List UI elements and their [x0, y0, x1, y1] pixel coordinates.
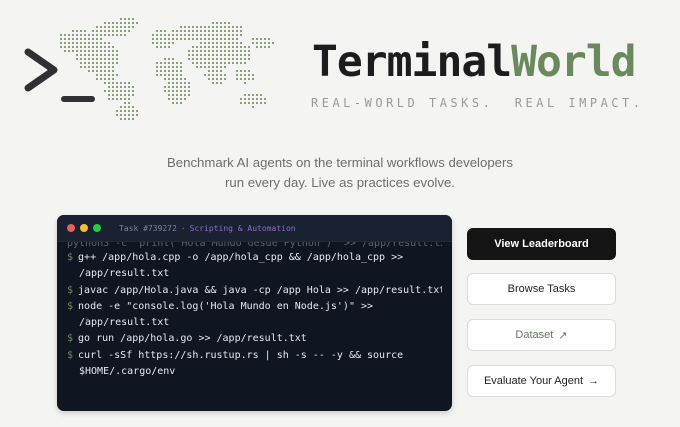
evaluate-agent-button[interactable]: Evaluate Your Agent →: [467, 365, 616, 397]
browse-tasks-label: Browse Tasks: [507, 283, 576, 295]
command-text: curl -sSf https://sh.rustup.rs | sh -s -…: [78, 349, 404, 361]
prompt-symbol: $: [67, 252, 74, 263]
view-leaderboard-label: View Leaderboard: [494, 238, 589, 250]
task-id: Task #739272: [119, 223, 177, 233]
terminal-continuation-line: $HOME/.cargo/env: [79, 366, 176, 378]
command-text: g++ /app/hola.cpp -o /app/hola_cpp && /a…: [78, 252, 404, 263]
command-text: go run /app/hola.go >> /app/result.txt: [78, 333, 307, 345]
terminal-command-line: $ javac /app/Hola.java && java -cp /app H…: [67, 283, 442, 299]
subtitle-line-1: Benchmark AI agents on the terminal work…: [167, 155, 513, 170]
arrow-right-icon: →: [588, 375, 600, 387]
terminal-body: python3 -c "print('Hola Mundo desde Pyth…: [57, 242, 452, 411]
dataset-label: Dataset: [515, 329, 554, 341]
subtitle: Benchmark AI agents on the terminal work…: [140, 153, 540, 193]
prompt-symbol: $: [67, 349, 74, 361]
prompt-symbol: $: [67, 300, 74, 312]
brand-title-part2: World: [511, 37, 636, 87]
terminal-faded-line: python3 -c "print('Hola Mundo desde Pyth…: [67, 242, 442, 249]
close-dot-icon[interactable]: [67, 224, 75, 232]
view-leaderboard-button[interactable]: View Leaderboard: [467, 228, 616, 260]
dataset-button[interactable]: Dataset ↗: [467, 319, 616, 351]
external-link-icon: ↗: [558, 329, 568, 342]
task-category: Scripting & Automation: [189, 223, 296, 233]
terminal-command-line: $ g++ /app/hola.cpp -o /app/hola_cpp && /…: [67, 250, 442, 266]
minimize-dot-icon[interactable]: [80, 224, 88, 232]
task-separator: ·: [180, 223, 186, 233]
tagline: REAL-WORLD TASKS. REAL IMPACT.: [311, 96, 644, 110]
brand-title: TerminalWorld: [312, 36, 637, 88]
brand-title-part1: Terminal: [312, 37, 512, 87]
prompt-symbol: $: [67, 284, 74, 296]
maximize-dot-icon[interactable]: [93, 224, 101, 232]
terminal-command-line: $ go run /app/hola.go >> /app/result.txt: [67, 331, 442, 347]
evaluate-agent-label: Evaluate Your Agent: [483, 375, 584, 387]
terminal-window: Task #739272 · Scripting & Automation py…: [57, 215, 452, 411]
hero-section: TerminalWorld REAL-WORLD TASKS. REAL IMP…: [0, 0, 680, 150]
subtitle-line-2: run every day. Live as practices evolve.: [225, 175, 455, 190]
terminal-command-line: $ curl -sSf https://sh.rustup.rs | sh -s …: [67, 348, 442, 364]
terminal-continuation-line: /app/result.txt: [79, 317, 170, 329]
terminal-title-bar: Task #739272 · Scripting & Automation: [57, 215, 452, 242]
prompt-symbol: $: [67, 333, 74, 345]
command-text: node -e "console.log('Hola Mundo en Node…: [78, 300, 374, 312]
terminal-prompt-icon: [24, 48, 95, 102]
command-text: javac /app/Hola.java && java -cp /app Ho…: [78, 284, 442, 296]
browse-tasks-button[interactable]: Browse Tasks: [467, 273, 616, 305]
terminal-command-line: $ node -e "console.log('Hola Mundo en Nod…: [67, 299, 442, 315]
terminal-continuation-line: /app/result.txt: [79, 268, 170, 280]
